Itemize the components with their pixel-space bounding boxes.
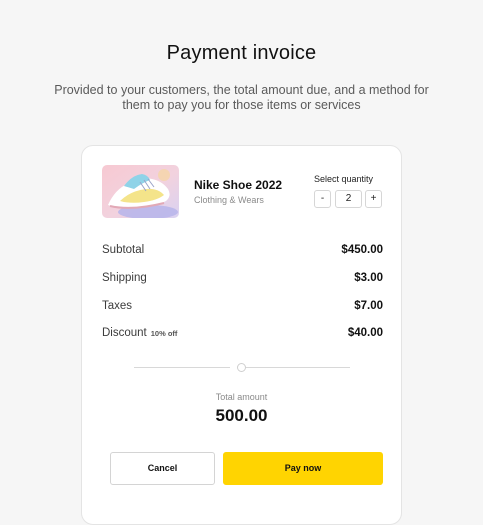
- summary-label: Taxes: [102, 300, 133, 312]
- discount-tag: 10% off: [150, 329, 178, 338]
- summary-amount: $3.00: [354, 272, 383, 284]
- summary-label: Shipping: [102, 272, 147, 284]
- quantity-increase-button[interactable]: +: [365, 190, 382, 208]
- page-subtitle: Provided to your customers, the total am…: [54, 83, 429, 112]
- divider-dot-icon: [237, 363, 246, 372]
- product-name: Nike Shoe 2022: [194, 178, 283, 192]
- summary-row-shipping: Shipping $3.00: [102, 272, 383, 288]
- product-category: Clothing & Wears: [194, 195, 264, 205]
- summary-row-taxes: Taxes $7.00: [102, 300, 383, 316]
- sneaker-product-image: [102, 165, 179, 218]
- summary-amount: $7.00: [354, 300, 383, 312]
- divider-left: [134, 367, 230, 368]
- total-label: Total amount: [215, 392, 268, 402]
- invoice-card: Nike Shoe 2022 Clothing & Wears Select q…: [81, 145, 402, 525]
- summary-row-subtotal: Subtotal $450.00: [102, 244, 383, 260]
- quantity-input[interactable]: 2: [335, 190, 362, 208]
- cancel-button[interactable]: Cancel: [110, 452, 215, 485]
- summary-label: Subtotal: [102, 244, 145, 256]
- divider-right: [246, 367, 350, 368]
- product-image: [102, 165, 179, 218]
- summary-amount: $40.00: [347, 327, 383, 339]
- quantity-decrease-button[interactable]: -: [314, 190, 331, 208]
- total-amount: 500.00: [215, 406, 268, 425]
- summary-amount: $450.00: [341, 244, 383, 256]
- pay-now-button[interactable]: Pay now: [223, 452, 383, 485]
- summary-label: Discount: [102, 327, 147, 339]
- summary-row-discount: Discount 10% off $40.00: [102, 327, 383, 343]
- summary-label-wrapper: Discount 10% off: [102, 327, 177, 339]
- page-title: Payment invoice: [166, 42, 317, 64]
- quantity-label: Select quantity: [314, 174, 374, 184]
